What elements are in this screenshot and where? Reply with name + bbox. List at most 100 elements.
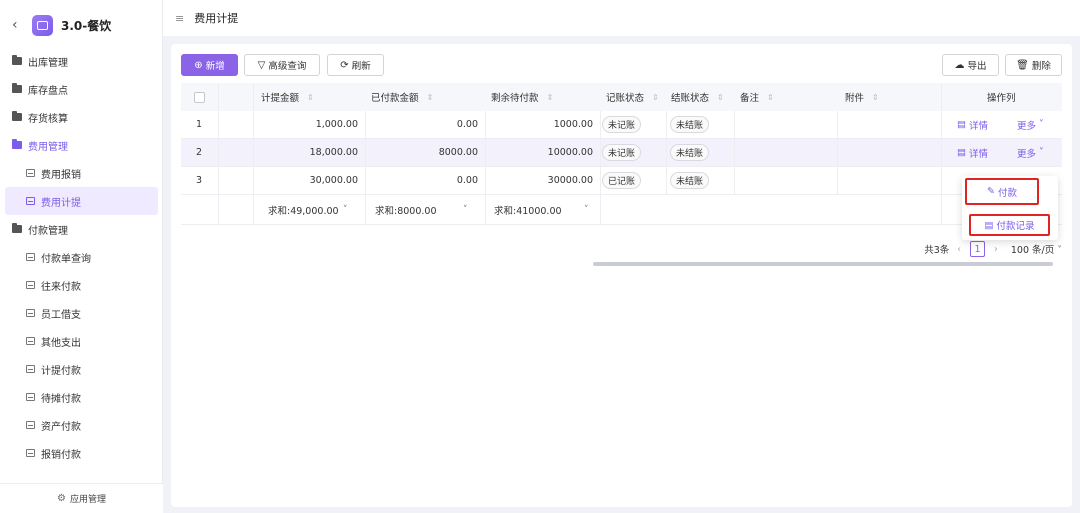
app-management-button[interactable]: ⚙ 应用管理 — [0, 483, 163, 513]
sum-remaining-select[interactable]: 求和:41000.00 ˅ — [494, 195, 604, 224]
column-remark[interactable]: 备注 ⇕ — [740, 83, 840, 111]
record-icon: ▤ — [984, 219, 997, 231]
booking-status-badge: 未记账 — [602, 144, 642, 161]
chevron-down-icon: ˅ — [343, 204, 348, 215]
page-size-select[interactable]: 100 条/页 ˅ — [1011, 242, 1062, 256]
refresh-button[interactable]: ⟳ 刷新 — [327, 54, 384, 76]
menu-fold-icon[interactable]: ≡ — [175, 12, 184, 25]
column-accrued[interactable]: 计提金额 ⇕ — [261, 83, 376, 111]
more-dropdown[interactable]: 更多 ˅ — [1017, 146, 1044, 160]
folder-icon — [12, 83, 22, 93]
chevron-down-icon: ˅ — [1036, 119, 1044, 130]
chevron-down-icon: ˅ — [463, 204, 468, 215]
sort-icon[interactable]: ⇕ — [767, 93, 774, 102]
closing-status-badge: 未结账 — [670, 172, 710, 189]
document-icon — [26, 281, 35, 289]
next-page-icon[interactable]: › — [994, 244, 998, 255]
sort-icon[interactable]: ⇕ — [872, 93, 879, 102]
cell-paid: 0.00 — [456, 175, 478, 186]
sidebar-item-expense-reimbursement[interactable]: 费用报销 — [0, 159, 163, 187]
chevron-down-icon: ˅ — [584, 204, 589, 215]
sidebar-item-other-expense[interactable]: 其他支出 — [0, 327, 163, 355]
cell-paid: 0.00 — [456, 119, 478, 130]
column-remaining[interactable]: 剩余待付款 ⇕ — [491, 83, 606, 111]
table-row[interactable]: 3 30,000.00 0.00 30000.00 已记账 未结账 — [181, 167, 1062, 195]
toolbar: ⊕ 新增 ▽ 高级查询 ⟳ 刷新 ☁ 导出 🗑 删除 — [181, 54, 1062, 76]
column-actions: 操作列 — [987, 93, 1016, 104]
column-paid[interactable]: 已付款金额 ⇕ — [371, 83, 486, 111]
booking-status-badge: 已记账 — [602, 172, 642, 189]
cell-accrued: 18,000.00 — [309, 147, 358, 158]
table-header: 计提金额 ⇕ 已付款金额 ⇕ 剩余待付款 ⇕ 记账状态 ⇕ 结账状态 ⇕ 备注 ⇕ 附件 ⇕ … — [181, 83, 1062, 111]
horizontal-scrollbar[interactable] — [593, 262, 1053, 266]
sidebar-item-reimbursement-payment[interactable]: 报销付款 — [0, 439, 163, 467]
refresh-icon: ⟳ — [340, 59, 349, 71]
column-booking-status[interactable]: 记账状态 ⇕ — [606, 83, 672, 111]
app-title: 3.0-餐饮 — [61, 18, 112, 33]
detail-link[interactable]: ▤ 详情 — [957, 146, 988, 160]
closing-status-badge: 未结账 — [670, 144, 710, 161]
column-closing-status[interactable]: 结账状态 ⇕ — [671, 83, 737, 111]
sidebar-item-expense-accrual[interactable]: 费用计提 — [5, 187, 158, 215]
total-count: 共3条 — [924, 245, 950, 256]
app-logo-icon — [32, 14, 53, 36]
pay-record-menu-item[interactable]: ▤ 付款记录 — [969, 214, 1050, 236]
sidebar-item-payment-management[interactable]: 付款管理 — [0, 215, 163, 243]
cloud-download-icon: ☁ — [954, 59, 965, 71]
chevron-left-icon[interactable]: ‹ — [12, 17, 30, 33]
document-icon — [26, 393, 35, 401]
closing-status-badge: 未结账 — [670, 116, 710, 133]
prev-page-icon[interactable]: ‹ — [957, 244, 961, 255]
row-index: 3 — [196, 175, 203, 186]
pay-menu-item[interactable]: ✎ 付款 — [965, 178, 1039, 205]
sidebar-item-deferred-payment[interactable]: 待摊付款 — [0, 383, 163, 411]
sidebar-item-stocktake[interactable]: 库存盘点 — [0, 75, 163, 103]
gear-icon: ⚙ — [57, 493, 66, 504]
delete-button[interactable]: 🗑 删除 — [1005, 54, 1062, 76]
trash-icon: 🗑 — [1016, 59, 1029, 71]
sidebar-item-expense-management[interactable]: 费用管理 — [0, 131, 163, 159]
sidebar-item-employee-advance[interactable]: 员工借支 — [0, 299, 163, 327]
folder-open-icon — [12, 139, 22, 149]
row-index: 1 — [196, 119, 203, 130]
app-header: ‹ 3.0-餐饮 — [0, 0, 162, 50]
sort-icon[interactable]: ⇕ — [307, 93, 314, 102]
add-button[interactable]: ⊕ 新增 — [181, 54, 238, 76]
select-all-checkbox[interactable] — [194, 91, 205, 103]
row-index: 2 — [196, 147, 203, 158]
table-row[interactable]: 1 1,000.00 0.00 1000.00 未记账 未结账 ▤ 详情 更多 … — [181, 111, 1062, 139]
chevron-down-icon: ˅ — [1036, 147, 1044, 158]
sidebar-item-account-payment[interactable]: 往来付款 — [0, 271, 163, 299]
sidebar-item-payment-query[interactable]: 付款单查询 — [0, 243, 163, 271]
sidebar-item-asset-payment[interactable]: 资产付款 — [0, 411, 163, 439]
page-number[interactable]: 1 — [970, 241, 986, 257]
document-icon — [26, 309, 35, 317]
sort-icon[interactable]: ⇕ — [547, 93, 554, 102]
column-attachment[interactable]: 附件 ⇕ — [845, 83, 945, 111]
sum-accrued-select[interactable]: 求和:49,000.00 ˅ — [268, 195, 368, 224]
document-icon: ▤ — [957, 119, 969, 130]
detail-link[interactable]: ▤ 详情 — [957, 118, 988, 132]
sidebar-item-inventory-costing[interactable]: 存货核算 — [0, 103, 163, 131]
sidebar-item-outbound[interactable]: 出库管理 — [0, 47, 163, 75]
page-title: 费用计提 — [194, 12, 239, 25]
document-icon — [26, 197, 35, 205]
sidebar-item-accrual-payment[interactable]: 计提付款 — [0, 355, 163, 383]
folder-icon — [12, 111, 22, 121]
sort-icon[interactable]: ⇕ — [717, 93, 724, 102]
payment-icon: ✎ — [987, 186, 998, 197]
pagination: 共3条 ‹ 1 › 100 条/页 ˅ — [924, 240, 1062, 258]
filter-icon: ▽ — [257, 59, 266, 71]
sort-icon[interactable]: ⇕ — [652, 93, 659, 102]
chevron-down-icon: ˅ — [1054, 245, 1062, 256]
more-dropdown[interactable]: 更多 ˅ — [1017, 118, 1044, 132]
export-button[interactable]: ☁ 导出 — [942, 54, 999, 76]
booking-status-badge: 未记账 — [602, 116, 642, 133]
advanced-search-button[interactable]: ▽ 高级查询 — [244, 54, 320, 76]
document-icon — [26, 449, 35, 457]
sidebar-menu: 出库管理 库存盘点 存货核算 费用管理 费用报销 费用计提 付款管理 付款单查询… — [0, 47, 163, 467]
cell-paid: 8000.00 — [438, 147, 478, 158]
sort-icon[interactable]: ⇕ — [427, 93, 434, 102]
table-row[interactable]: 2 18,000.00 8000.00 10000.00 未记账 未结账 ▤ 详… — [181, 139, 1062, 167]
sum-paid-select[interactable]: 求和:8000.00 ˅ — [375, 195, 485, 224]
